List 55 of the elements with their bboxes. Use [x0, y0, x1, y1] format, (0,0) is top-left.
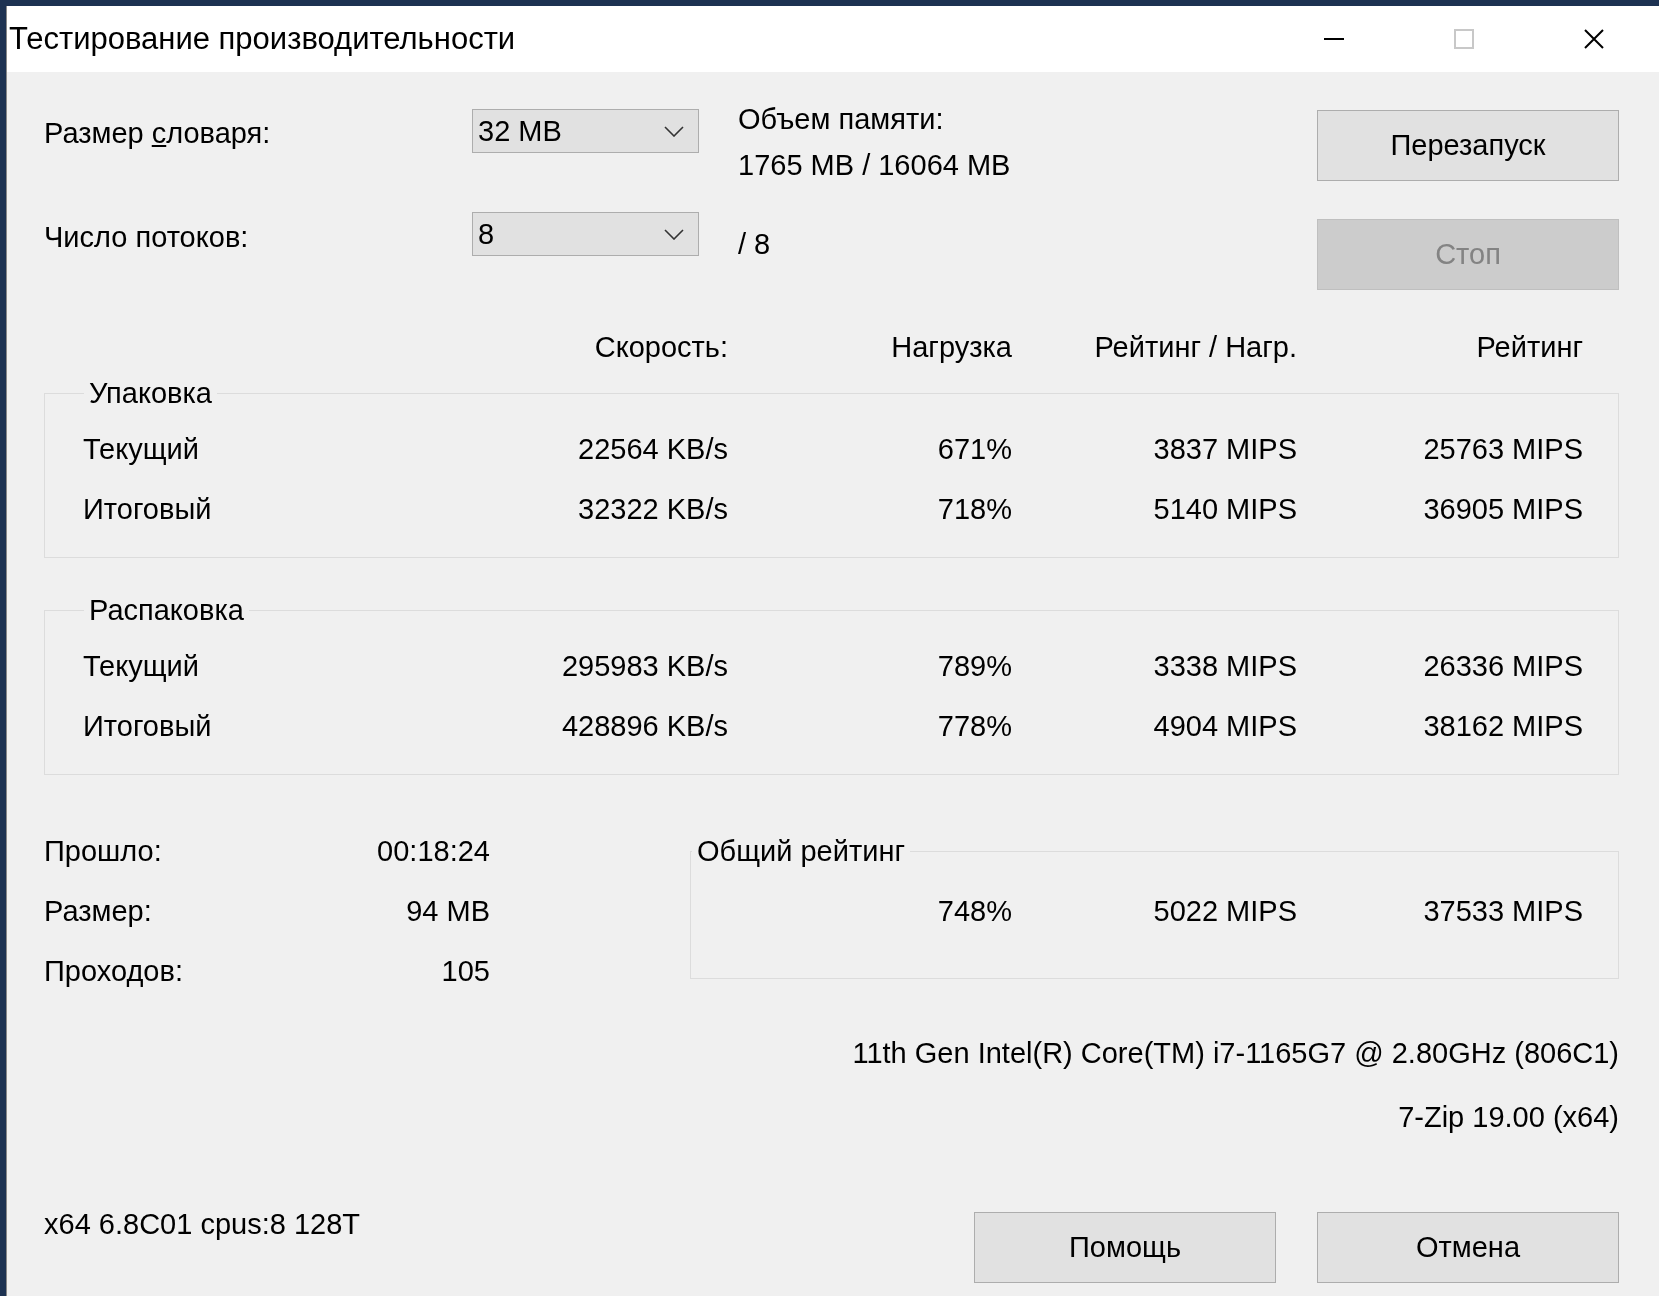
value-cell-text: 5022 MIPS: [1152, 894, 1297, 929]
cpu-info: 11th Gen Intel(R) Core(TM) i7-1165G7 @ 2.80GHz (806C1): [852, 1037, 1619, 1069]
value-cell-text: 789%: [936, 649, 1012, 684]
value-cell-text: 37533 MIPS: [1422, 894, 1583, 929]
value-cell-text: 428896 KB/s: [560, 709, 728, 744]
value-cell-text: 38162 MIPS: [1422, 709, 1583, 744]
value-cell-text: 3837 MIPS: [1152, 432, 1297, 467]
value-cell-text: 36905 MIPS: [1422, 492, 1583, 527]
memory-label: Объем памяти:: [738, 102, 945, 137]
maximize-icon: [1454, 29, 1474, 49]
stat-label: Размер:: [44, 894, 153, 929]
stat-value: 94 MB: [405, 894, 490, 929]
row-label: Итоговый: [83, 492, 213, 527]
memory-value: 1765 MB / 16064 MB: [738, 148, 1012, 183]
dialog-button[interactable]: Отмена: [1317, 1212, 1619, 1283]
value-cell-text: 26336 MIPS: [1422, 649, 1583, 684]
value-cell-text: 25763 MIPS: [1422, 432, 1583, 467]
value-cell-text: 5140 MIPS: [1152, 492, 1297, 527]
value-cell-text: 671%: [936, 432, 1012, 467]
chevron-down-icon: [664, 125, 684, 137]
version-info: 7-Zip 19.00 (x64): [1398, 1101, 1619, 1133]
group-title: Распаковка: [88, 593, 245, 628]
close-icon: [1584, 29, 1604, 49]
minimize-icon: [1324, 38, 1344, 40]
value-cell-text: 3338 MIPS: [1152, 649, 1297, 684]
chevron-down-icon: [664, 228, 684, 240]
threads-label: Число потоков:: [44, 220, 250, 254]
value-cell-text: 748%: [936, 894, 1012, 929]
total-rating-title: Общий рейтинг: [696, 834, 906, 869]
value-cell-text: 22564 KB/s: [577, 432, 728, 467]
column-header: Скорость:: [593, 330, 728, 365]
dialog-button[interactable]: Помощь: [974, 1212, 1276, 1283]
column-header: Нагрузка: [890, 330, 1012, 365]
value-cell-text: 32322 KB/s: [577, 492, 728, 527]
window-title: Тестирование производительности: [8, 21, 517, 57]
value-cell-text: 718%: [936, 492, 1012, 527]
restart-button[interactable]: Перезапуск: [1317, 110, 1619, 181]
stat-value: 00:18:24: [377, 834, 490, 869]
value-cell-text: 778%: [936, 709, 1012, 744]
value-cell-text: 4904 MIPS: [1152, 709, 1297, 744]
column-header: Рейтинг / Нагр.: [1093, 330, 1297, 365]
threads-combo[interactable]: 8: [472, 212, 699, 256]
value-cell-text: 295983 KB/s: [560, 649, 728, 684]
dictionary-size-combo[interactable]: 32 MB: [472, 109, 699, 153]
row-label: Текущий: [83, 649, 200, 684]
column-header: Рейтинг: [1475, 330, 1583, 365]
row-label: Итоговый: [83, 709, 213, 744]
stat-label: Прошло:: [44, 834, 163, 869]
row-label: Текущий: [83, 432, 200, 467]
dictionary-size-label: Размер словаря:: [44, 116, 272, 150]
threads-max: / 8: [738, 228, 771, 260]
system-info: x64 6.8C01 cpus:8 128T: [44, 1207, 361, 1242]
stat-value: 105: [440, 954, 490, 989]
group-title: Упаковка: [88, 376, 213, 411]
stat-label: Проходов:: [44, 954, 184, 989]
